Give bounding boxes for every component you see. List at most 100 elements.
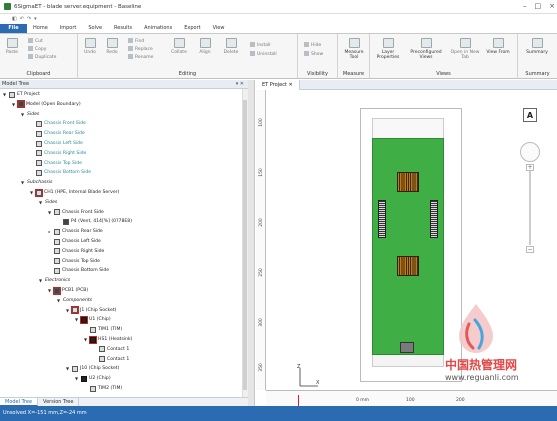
pane-splitter[interactable] [248, 80, 255, 406]
tree-node[interactable]: ▼ U1 (Chip) [74, 315, 111, 325]
copy-button[interactable]: Copy [28, 46, 46, 52]
tree-node[interactable]: Chassis Left Side [47, 237, 101, 246]
open-new-tab-button[interactable]: Open in New Tab [450, 38, 480, 60]
redo-button[interactable]: Redo [104, 38, 120, 55]
tab-model-tree[interactable]: Model Tree [0, 398, 39, 406]
tree-node[interactable]: TIM2 (TIM) [83, 384, 122, 393]
expand-arrow-icon[interactable]: ▼ [20, 178, 25, 187]
menu-animations[interactable]: Animations [138, 24, 178, 33]
chassis-rear-panel[interactable] [372, 355, 444, 367]
tree-node[interactable]: Chassis Bottom Side [47, 266, 109, 275]
tree-node[interactable]: ▸ Chassis Rear Side [47, 227, 103, 236]
zoom-slider[interactable] [529, 170, 531, 245]
tree-node[interactable]: ▼ Electronics [38, 276, 70, 285]
measure-tool-button[interactable]: Measure Tool [342, 38, 366, 60]
tree-node[interactable]: P4 (Vent, 414[%] (0?78E8) [56, 217, 132, 226]
rename-button[interactable]: Rename [128, 54, 153, 60]
tree-node[interactable]: ▼ Subchassis [20, 178, 53, 187]
tree-node[interactable]: Chassis Right Side [29, 149, 86, 158]
expand-arrow-icon[interactable]: ▼ [65, 364, 70, 373]
expand-arrow-icon[interactable]: ▼ [2, 90, 7, 99]
tab-version-tree[interactable]: Version Tree [38, 398, 80, 406]
save-icon[interactable]: ◧ [12, 16, 17, 22]
menu-solve[interactable]: Solve [82, 24, 108, 33]
menu-home[interactable]: Home [27, 24, 54, 33]
pcb-board[interactable] [372, 138, 444, 355]
expand-arrow-icon[interactable]: ▼ [74, 374, 79, 383]
replace-button[interactable]: Replace [128, 46, 153, 52]
tree-node[interactable]: ▼ Model (Open Boundary) [11, 99, 81, 109]
uninstall-button[interactable]: Uninstall [250, 51, 277, 57]
tree-node[interactable]: ▼ Sides [20, 110, 39, 119]
menu-import[interactable]: Import [54, 24, 83, 33]
collate-button[interactable]: Collate [170, 38, 188, 55]
tree-node[interactable]: ▼ Sides [38, 198, 57, 207]
chassis-front-panel[interactable] [372, 118, 444, 138]
menu-file[interactable]: File [0, 24, 27, 33]
expand-arrow-icon[interactable]: ▼ [74, 315, 79, 324]
zoom-in-button[interactable]: + [526, 164, 534, 171]
expand-arrow-icon[interactable]: ▼ [20, 110, 25, 119]
find-button[interactable]: Find [128, 38, 144, 44]
undo-button[interactable]: Undo [82, 38, 98, 55]
undo-icon[interactable]: ↶ [20, 16, 24, 22]
menu-export[interactable]: Export [178, 24, 206, 33]
dimm-left[interactable] [378, 200, 386, 238]
tree-node[interactable]: ▼ ET Project [2, 90, 40, 99]
pan-control[interactable] [520, 142, 540, 162]
tree-node[interactable]: Chassis Front Side [29, 119, 86, 128]
expand-arrow-icon[interactable]: ▼ [38, 198, 43, 207]
tree-node[interactable]: ▼ HS1 (Heatsink) [83, 335, 132, 344]
view-cube[interactable]: A [515, 104, 545, 129]
heatsink-hs2[interactable] [397, 256, 419, 276]
expand-arrow-icon[interactable]: ▼ [47, 286, 52, 295]
minimize-icon[interactable]: – [523, 2, 527, 10]
delete-button[interactable]: Delete [222, 38, 240, 55]
expand-arrow-icon[interactable]: ▼ [47, 208, 52, 217]
tree-node[interactable]: Contact 1 [92, 345, 129, 354]
align-button[interactable]: Align [196, 38, 214, 55]
tree-node[interactable]: TIM1 (TIM) [83, 325, 122, 334]
duplicate-button[interactable]: Duplicate [28, 54, 56, 60]
close-icon[interactable]: × [549, 2, 555, 10]
expand-arrow-icon[interactable]: ▼ [29, 188, 34, 197]
view-from-button[interactable]: View From [484, 38, 512, 55]
preconfigured-views-button[interactable]: Preconfigured Views [406, 38, 446, 60]
tree-node[interactable]: ▼ Components [56, 296, 92, 305]
rear-connector[interactable] [400, 342, 414, 353]
menu-view[interactable]: View [207, 24, 231, 33]
tree-node[interactable]: ▼ CH1 (HPE, Internal Blade Server) [29, 188, 119, 197]
customize-icon[interactable]: ▾ [34, 16, 37, 22]
hide-button[interactable]: Hide [304, 42, 321, 48]
tree-scrollbar-thumb[interactable] [243, 100, 247, 390]
tree-node[interactable]: Chassis Top Side [29, 159, 82, 168]
expand-arrow-icon[interactable]: ▼ [65, 306, 70, 315]
tree-node[interactable]: Chassis Left Side [29, 139, 83, 148]
redo-icon[interactable]: ↷ [27, 16, 31, 22]
maximize-icon[interactable]: □ [535, 2, 542, 10]
tree-node[interactable]: ▼ U2 (Chip) [74, 374, 111, 383]
expand-arrow-icon[interactable]: ▼ [38, 276, 43, 285]
tab-et-project[interactable]: ET Project ✕ [256, 80, 300, 90]
tree-node[interactable]: Chassis Top Side [47, 257, 100, 266]
expand-arrow-icon[interactable]: ▼ [83, 335, 88, 344]
view-cube-face[interactable]: A [523, 108, 537, 122]
tree-node[interactable]: Chassis Rear Side [29, 129, 85, 138]
expand-arrow-icon[interactable]: ▸ [47, 227, 52, 236]
pane-controls[interactable]: ▾ ✕ [236, 80, 244, 89]
layer-properties-button[interactable]: Layer Properties [372, 38, 404, 60]
zoom-out-button[interactable]: − [526, 246, 534, 253]
tree-node[interactable]: Chassis Right Side [47, 247, 104, 256]
summary-button[interactable]: Summary [522, 38, 552, 55]
cut-button[interactable]: Cut [28, 38, 43, 44]
tree-node[interactable]: ▼ J10 (Chip Socket) [65, 364, 119, 373]
install-button[interactable]: Install [250, 42, 271, 48]
tree-node[interactable]: ▼ Chassis Front Side [47, 208, 104, 217]
tree-node[interactable]: Chassis Bottom Side [29, 168, 91, 177]
expand-arrow-icon[interactable]: ▼ [11, 100, 16, 109]
heatsink-hs1[interactable] [397, 172, 419, 192]
paste-button[interactable]: Paste [4, 38, 20, 55]
tree-node[interactable]: ▼ J1 (Chip Socket) [65, 305, 116, 315]
tree-node[interactable]: Contact 1 [92, 355, 129, 364]
menu-results[interactable]: Results [108, 24, 138, 33]
